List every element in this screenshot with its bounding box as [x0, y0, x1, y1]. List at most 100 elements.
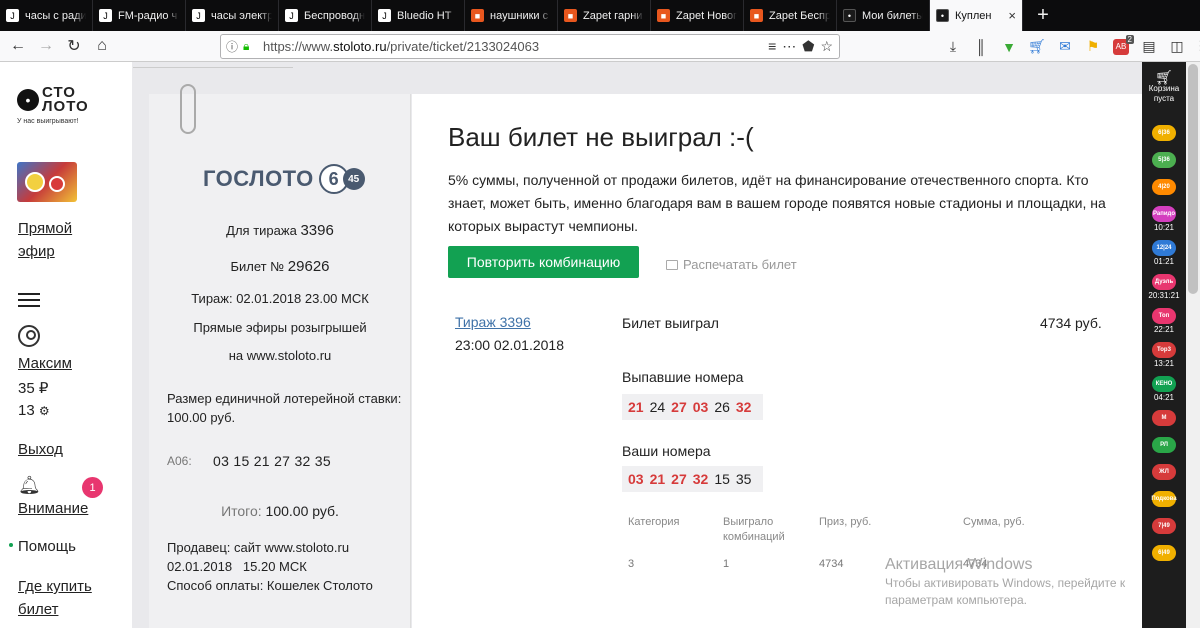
- bookmark-star-icon[interactable]: ☆: [820, 38, 833, 55]
- result-title: Ваш билет не выиграл :-(: [448, 122, 754, 152]
- reload-icon[interactable]: ↻: [60, 32, 88, 60]
- lottery-shortcut-icon[interactable]: Подкова: [1151, 491, 1177, 507]
- scrollbar-thumb[interactable]: [1188, 64, 1198, 294]
- browser-tab[interactable]: • Куплен ×: [930, 0, 1023, 31]
- attention-link[interactable]: Внимание: [18, 497, 88, 520]
- table-cell-prize: 4734: [819, 558, 844, 570]
- menu-hamburger-icon[interactable]: [18, 293, 40, 311]
- lotto-number: 27: [671, 471, 687, 487]
- table-header-category: Категория: [628, 516, 680, 528]
- url-text: https://www.stoloto.ru/private/ticket/21…: [263, 39, 768, 54]
- adblock-icon[interactable]: AB 2: [1108, 33, 1134, 61]
- menu-icon[interactable]: ☰: [1192, 33, 1200, 61]
- favicon-aliexpress-icon: ■: [471, 9, 484, 22]
- print-ticket-link[interactable]: Распечатать билет: [666, 257, 797, 272]
- help-link[interactable]: Помощь: [18, 535, 76, 558]
- browser-tab[interactable]: ■ наушники с: [465, 0, 558, 31]
- table-cell-combos: 1: [723, 558, 730, 570]
- new-tab-icon[interactable]: +: [1023, 0, 1063, 31]
- stoloto-logo[interactable]: • СТО ЛОТО У нас выигрывают!: [17, 85, 89, 125]
- ticket-total-label: Итого:: [221, 503, 262, 519]
- live-link-line2: эфир: [18, 243, 55, 260]
- home-icon[interactable]: ⌂: [88, 32, 116, 60]
- lottery-shortcut-icon[interactable]: РЛ: [1152, 437, 1176, 453]
- adblock-badge: 2: [1125, 34, 1134, 44]
- reading-list-icon[interactable]: ▤: [1136, 33, 1162, 61]
- lottery-shortcut-icon[interactable]: M: [1152, 410, 1176, 426]
- ticket-seller-info: Продавец: сайт www.stoloto.ru 02.01.2018 …: [167, 538, 373, 595]
- favicon-stoloto-icon: •: [936, 9, 949, 22]
- info-icon[interactable]: ⓘ: [221, 38, 243, 55]
- bonus-coin-icon: ⚙: [38, 404, 50, 418]
- close-tab-icon[interactable]: ×: [1008, 8, 1016, 23]
- browser-tab[interactable]: J Bluedio HT: [372, 0, 465, 31]
- lottery-shortcut-icon[interactable]: 5|36: [1152, 152, 1176, 168]
- cart-extension-icon[interactable]: 🛒︎: [1024, 33, 1050, 61]
- bonus-value: 13: [18, 402, 35, 419]
- lottery-shortcut-icon[interactable]: Дуэль: [1152, 274, 1176, 290]
- bonus-row: 13 ⚙: [18, 402, 50, 419]
- browser-tab[interactable]: ■ Zapet Беспр: [744, 0, 837, 31]
- lottery-shortcut-icon[interactable]: Рапидо: [1152, 206, 1176, 222]
- combo-label: А06:: [167, 454, 192, 468]
- favicon-j-icon: J: [285, 9, 298, 22]
- draw-link[interactable]: Тираж 3396: [455, 314, 531, 330]
- lottery-timer: 10:21: [1153, 223, 1175, 232]
- browser-tab[interactable]: J Беспроводн: [279, 0, 372, 31]
- ticket-live-text2: на www.stoloto.ru: [228, 348, 332, 363]
- lottery-shortcut-icon[interactable]: ЖЛ: [1152, 464, 1176, 480]
- paperclip-icon: [180, 84, 196, 134]
- lottery-shortcut-icon[interactable]: 7|49: [1152, 518, 1176, 534]
- download-helper-icon[interactable]: ▼: [996, 33, 1022, 61]
- user-name-link[interactable]: Максим: [18, 352, 72, 375]
- lottery-shortcut-icon[interactable]: 12|24: [1152, 240, 1176, 256]
- where-buy-link[interactable]: Где купить билет: [18, 575, 92, 621]
- browser-tab[interactable]: ■ Zapet Новог: [651, 0, 744, 31]
- lottery-timer: 13:21: [1153, 359, 1175, 368]
- library-icon[interactable]: ║: [968, 33, 994, 61]
- back-icon[interactable]: ←: [4, 32, 32, 60]
- ticket-draw-row: Для тиража 3396: [149, 222, 411, 239]
- lottery-shortcut-icon[interactable]: 6|36: [1152, 125, 1176, 141]
- address-bar[interactable]: ⓘ 🔒︎ https://www.stoloto.ru/private/tick…: [220, 34, 840, 59]
- cart-widget[interactable]: 🛒︎ Корзина пуста: [1142, 70, 1186, 104]
- live-thumbnail[interactable]: [17, 162, 77, 202]
- browser-tab[interactable]: Jчасы с радио: [0, 0, 93, 31]
- favicon-aliexpress-icon: ■: [657, 9, 670, 22]
- downloads-icon[interactable]: ⤓: [940, 33, 966, 61]
- bell-icon[interactable]: 🔔︎: [18, 475, 41, 496]
- browser-tab[interactable]: Jчасы электр: [186, 0, 279, 31]
- sidebar-toggle-icon[interactable]: ◫: [1164, 33, 1190, 61]
- lock-icon: 🔒︎: [243, 39, 250, 53]
- mail-icon[interactable]: ✉: [1052, 33, 1078, 61]
- page-scrollbar[interactable]: [1186, 62, 1200, 628]
- url-prefix: https://www.: [263, 39, 334, 54]
- reader-view-icon[interactable]: ≡: [768, 38, 776, 55]
- nav-bar: ← → ↻ ⌂ ⓘ 🔒︎ https://www.stoloto.ru/priv…: [0, 31, 1200, 62]
- favicon-j-icon: J: [99, 9, 112, 22]
- flag-icon[interactable]: ⚑: [1080, 33, 1106, 61]
- logout-link[interactable]: Выход: [18, 438, 63, 461]
- ticket-draw-time: Тираж: 02.01.2018 23.00 МСК: [191, 291, 369, 306]
- draw-datetime: 23:00 02.01.2018: [455, 337, 564, 353]
- lottery-shortcut-icon[interactable]: КЕНО: [1152, 376, 1176, 392]
- lotto-number: 32: [735, 399, 752, 415]
- lottery-shortcut-icon[interactable]: 4|20: [1152, 179, 1176, 195]
- pocket-icon[interactable]: ⬟: [802, 38, 814, 55]
- printer-icon: [666, 259, 678, 270]
- favicon-aliexpress-icon: ■: [750, 9, 763, 22]
- lottery-shortcut-icon[interactable]: Топ: [1152, 308, 1176, 324]
- browser-tab-label: FM-радио ч: [118, 9, 178, 22]
- page-actions-icon[interactable]: ⋯: [782, 38, 796, 55]
- ticket-stake-label: Размер единичной лотерейной ставки:: [167, 391, 402, 406]
- lottery-shortcut-icon[interactable]: Top3: [1152, 342, 1176, 358]
- browser-tab[interactable]: • Мои билеты: [837, 0, 930, 31]
- repeat-combination-button[interactable]: Повторить комбинацию: [448, 246, 639, 278]
- browser-tab[interactable]: ■ Zapet гарни: [558, 0, 651, 31]
- forward-icon[interactable]: →: [32, 32, 60, 60]
- url-domain: stoloto.ru: [333, 39, 387, 54]
- lottery-shortcut-icon[interactable]: 6|49: [1152, 545, 1176, 561]
- user-icon[interactable]: [18, 325, 40, 347]
- browser-tab[interactable]: J FM-радио ч: [93, 0, 186, 31]
- live-link[interactable]: Прямой эфир: [18, 217, 72, 263]
